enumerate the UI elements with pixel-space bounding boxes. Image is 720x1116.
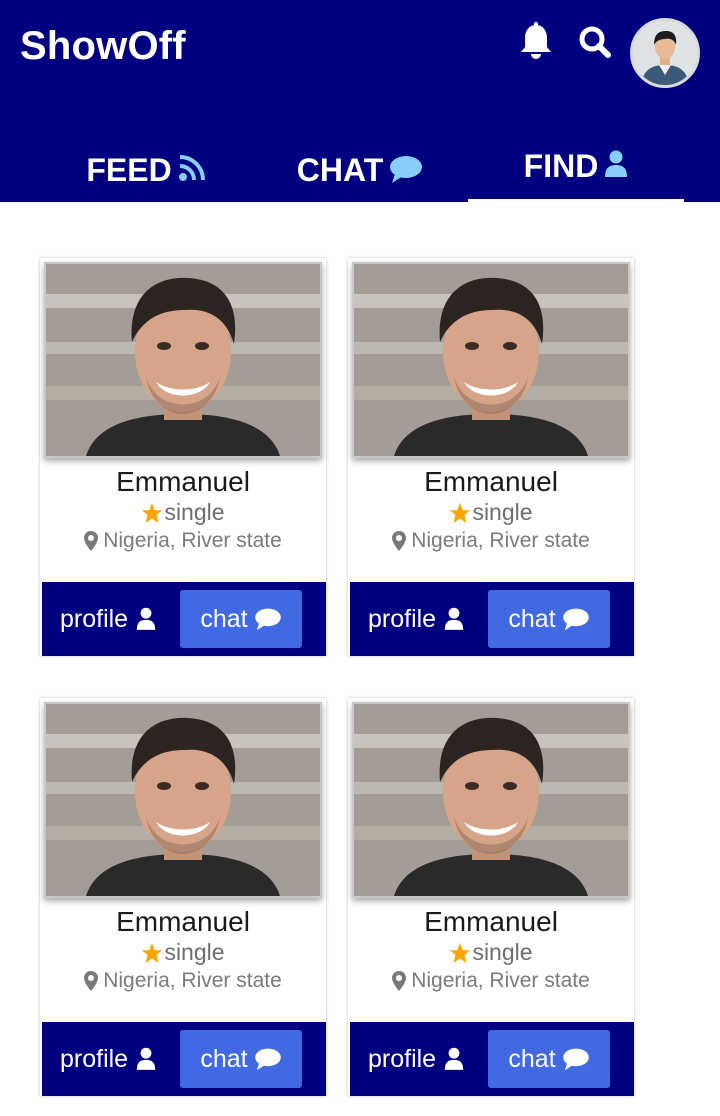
card-location-text: Nigeria, River state [103, 969, 282, 992]
card-name: Emmanuel [424, 906, 558, 937]
user-icon [444, 1047, 464, 1070]
card-location-text: Nigeria, River state [411, 969, 590, 992]
card-location-text: Nigeria, River state [411, 529, 590, 552]
card-status: single [348, 939, 634, 966]
star-icon [142, 942, 163, 963]
user-icon [605, 150, 628, 177]
profile-button-label: profile [368, 1044, 437, 1073]
star-icon [450, 942, 471, 963]
card-actions: profile chat [42, 582, 326, 656]
tab-find[interactable]: FIND [468, 136, 684, 198]
card-name: Emmanuel [116, 906, 250, 937]
card-status-text: single [164, 499, 225, 525]
comment-icon [562, 1048, 589, 1071]
card-location: Nigeria, River state [40, 969, 326, 993]
comment-icon [562, 608, 589, 631]
chat-button-label: chat [508, 604, 556, 633]
chat-button-label: chat [200, 1044, 248, 1073]
card-location-text: Nigeria, River state [103, 529, 282, 552]
card-status-text: single [472, 499, 533, 525]
star-icon [142, 502, 163, 523]
chat-button[interactable]: chat [488, 590, 610, 648]
profile-card: Emmanuel single Nigeria, River state pro… [40, 258, 326, 656]
card-actions: profile chat [350, 1022, 634, 1096]
map-marker-icon [84, 971, 99, 991]
app-title: ShowOff [20, 24, 186, 68]
profile-button[interactable]: profile [60, 590, 180, 648]
profile-card: Emmanuel single Nigeria, River state pro… [348, 258, 634, 656]
comment-icon [254, 1048, 281, 1071]
profile-photo[interactable] [44, 702, 322, 898]
user-icon [136, 1047, 156, 1070]
rss-icon [178, 155, 205, 181]
search-icon[interactable] [578, 22, 612, 62]
profile-button[interactable]: profile [368, 1030, 488, 1088]
profile-card: Emmanuel single Nigeria, River state pro… [348, 698, 634, 1096]
active-tab-indicator [468, 199, 684, 203]
tab-feed-label: FEED [86, 152, 172, 188]
star-icon [450, 502, 471, 523]
avatar[interactable] [630, 18, 700, 88]
tab-chat[interactable]: CHAT [290, 140, 430, 202]
card-name: Emmanuel [424, 466, 558, 497]
card-actions: profile chat [350, 582, 634, 656]
map-marker-icon [392, 531, 407, 551]
card-actions: profile chat [42, 1022, 326, 1096]
chat-button[interactable]: chat [488, 1030, 610, 1088]
chat-button-label: chat [200, 604, 248, 633]
card-location: Nigeria, River state [348, 969, 634, 993]
card-status: single [40, 939, 326, 966]
profile-button-label: profile [60, 604, 129, 633]
chat-button-label: chat [508, 1044, 556, 1073]
card-status: single [40, 499, 326, 526]
profile-button[interactable]: profile [368, 590, 488, 648]
profile-button-label: profile [60, 1044, 129, 1073]
chat-button[interactable]: chat [180, 590, 302, 648]
card-name: Emmanuel [116, 466, 250, 497]
card-status-text: single [472, 939, 533, 965]
card-location: Nigeria, River state [348, 529, 634, 553]
tab-find-label: FIND [523, 148, 599, 184]
profile-photo[interactable] [352, 262, 630, 458]
card-location: Nigeria, River state [40, 529, 326, 553]
tab-bar: FEED CHAT FIND [0, 140, 720, 202]
chat-button[interactable]: chat [180, 1030, 302, 1088]
card-status-text: single [164, 939, 225, 965]
tab-feed[interactable]: FEED [76, 140, 216, 202]
profile-button-label: profile [368, 604, 437, 633]
profile-card: Emmanuel single Nigeria, River state pro… [40, 698, 326, 1096]
profile-photo[interactable] [352, 702, 630, 898]
tab-chat-label: CHAT [296, 152, 384, 188]
profile-photo[interactable] [44, 262, 322, 458]
user-icon [444, 607, 464, 630]
map-marker-icon [84, 531, 99, 551]
user-icon [136, 607, 156, 630]
comment-icon [390, 156, 423, 183]
map-marker-icon [392, 971, 407, 991]
profile-button[interactable]: profile [60, 1030, 180, 1088]
comment-icon [254, 608, 281, 631]
app-bar: ShowOff FEED CHAT FIND [0, 0, 720, 202]
bell-icon[interactable] [519, 22, 553, 62]
card-status: single [348, 499, 634, 526]
